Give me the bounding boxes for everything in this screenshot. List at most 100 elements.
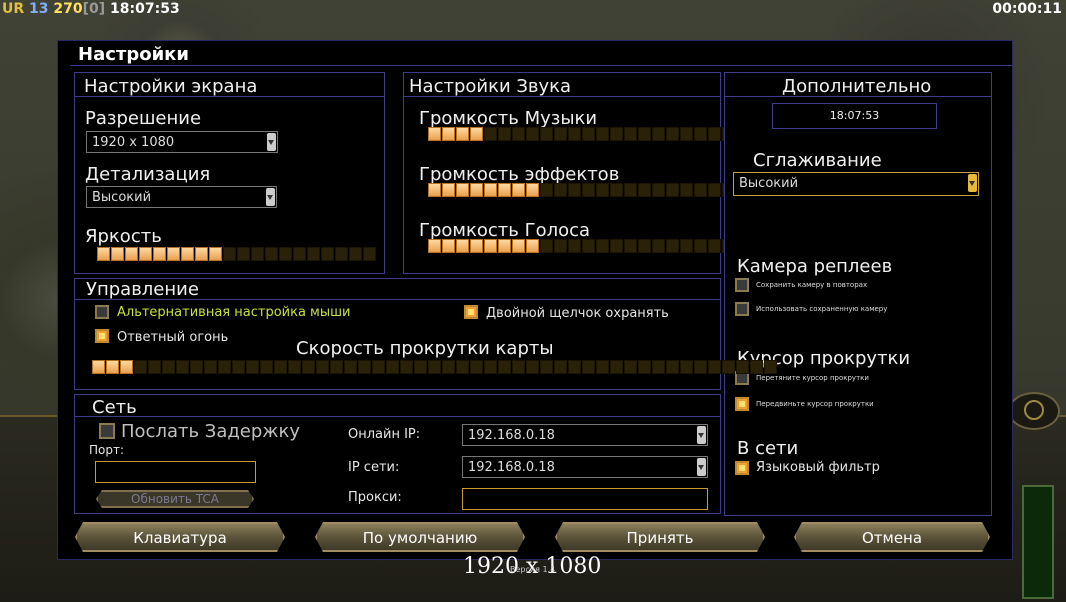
slider-segment[interactable] (610, 239, 623, 253)
slider-segment[interactable] (512, 360, 525, 374)
chevron-down-icon[interactable] (968, 174, 977, 192)
slider-segment[interactable] (288, 360, 301, 374)
slider-segment[interactable] (568, 127, 581, 141)
slider-segment[interactable] (204, 360, 217, 374)
slider-segment[interactable] (139, 247, 152, 261)
slider-segment[interactable] (442, 127, 455, 141)
defaults-button[interactable]: По умолчанию (315, 522, 525, 552)
slider-segment[interactable] (232, 360, 245, 374)
slider-segment[interactable] (260, 360, 273, 374)
slider-segment[interactable] (335, 247, 348, 261)
slider-segment[interactable] (162, 360, 175, 374)
slider-segment[interactable] (125, 247, 138, 261)
slider-segment[interactable] (568, 360, 581, 374)
slider-segment[interactable] (428, 360, 441, 374)
slider-segment[interactable] (400, 360, 413, 374)
slider-segment[interactable] (764, 360, 777, 374)
slider-segment[interactable] (484, 239, 497, 253)
slider-segment[interactable] (512, 239, 525, 253)
slider-segment[interactable] (456, 183, 469, 197)
slider-segment[interactable] (363, 247, 376, 261)
slider-segment[interactable] (358, 360, 371, 374)
slider-segment[interactable] (526, 239, 539, 253)
slider-segment[interactable] (153, 247, 166, 261)
slider-segment[interactable] (596, 183, 609, 197)
slider-segment[interactable] (652, 360, 665, 374)
slider-segment[interactable] (470, 360, 483, 374)
slider-segment[interactable] (666, 183, 679, 197)
cancel-button[interactable]: Отмена (794, 522, 990, 552)
online-ip-dropdown[interactable]: 192.168.0.18 (462, 424, 708, 446)
slider-segment[interactable] (428, 239, 441, 253)
slider-segment[interactable] (120, 360, 133, 374)
scroll-speed-slider[interactable] (92, 360, 777, 374)
slider-segment[interactable] (498, 360, 511, 374)
slider-segment[interactable] (512, 127, 525, 141)
slider-segment[interactable] (610, 183, 623, 197)
slider-segment[interactable] (652, 239, 665, 253)
slider-segment[interactable] (638, 360, 651, 374)
chevron-down-icon[interactable] (697, 458, 706, 476)
slider-segment[interactable] (694, 183, 707, 197)
slider-segment[interactable] (666, 239, 679, 253)
slider-segment[interactable] (274, 360, 287, 374)
slider-segment[interactable] (554, 183, 567, 197)
slider-segment[interactable] (498, 239, 511, 253)
slider-segment[interactable] (428, 127, 441, 141)
slider-segment[interactable] (568, 183, 581, 197)
cursor-move-radio[interactable] (735, 397, 749, 411)
accept-button[interactable]: Принять (555, 522, 765, 552)
slider-segment[interactable] (498, 127, 511, 141)
slider-segment[interactable] (610, 360, 623, 374)
slider-segment[interactable] (428, 183, 441, 197)
slider-segment[interactable] (526, 360, 539, 374)
chevron-down-icon[interactable] (267, 133, 276, 151)
slider-segment[interactable] (694, 239, 707, 253)
slider-segment[interactable] (484, 183, 497, 197)
slider-segment[interactable] (708, 127, 721, 141)
slider-segment[interactable] (526, 183, 539, 197)
slider-segment[interactable] (237, 247, 250, 261)
slider-segment[interactable] (442, 360, 455, 374)
effects-slider[interactable] (428, 183, 735, 197)
slider-segment[interactable] (624, 360, 637, 374)
slider-segment[interactable] (106, 360, 119, 374)
slider-segment[interactable] (111, 247, 124, 261)
slider-segment[interactable] (624, 183, 637, 197)
slider-segment[interactable] (470, 127, 483, 141)
slider-segment[interactable] (680, 127, 693, 141)
slider-segment[interactable] (246, 360, 259, 374)
slider-segment[interactable] (265, 247, 278, 261)
detail-dropdown[interactable]: Высокий (86, 186, 277, 208)
alt-mouse-checkbox[interactable] (95, 305, 109, 319)
lan-ip-dropdown[interactable]: 192.168.0.18 (462, 456, 708, 478)
slider-segment[interactable] (708, 183, 721, 197)
slider-segment[interactable] (181, 247, 194, 261)
slider-segment[interactable] (223, 247, 236, 261)
slider-segment[interactable] (540, 127, 553, 141)
slider-segment[interactable] (386, 360, 399, 374)
slider-segment[interactable] (456, 239, 469, 253)
slider-segment[interactable] (652, 183, 665, 197)
slider-segment[interactable] (680, 239, 693, 253)
replay-use-checkbox[interactable] (735, 302, 749, 316)
slider-segment[interactable] (694, 127, 707, 141)
slider-segment[interactable] (694, 360, 707, 374)
slider-segment[interactable] (638, 183, 651, 197)
keyboard-button[interactable]: Клавиатура (75, 522, 285, 552)
slider-segment[interactable] (498, 183, 511, 197)
slider-segment[interactable] (652, 127, 665, 141)
slider-segment[interactable] (722, 360, 735, 374)
return-fire-checkbox[interactable] (95, 329, 109, 343)
slider-segment[interactable] (470, 183, 483, 197)
slider-segment[interactable] (190, 360, 203, 374)
slider-segment[interactable] (456, 127, 469, 141)
slider-segment[interactable] (596, 360, 609, 374)
slider-segment[interactable] (610, 127, 623, 141)
slider-segment[interactable] (97, 247, 110, 261)
slider-segment[interactable] (582, 127, 595, 141)
slider-segment[interactable] (512, 183, 525, 197)
slider-segment[interactable] (526, 127, 539, 141)
slider-segment[interactable] (568, 239, 581, 253)
port-input[interactable] (95, 461, 256, 483)
